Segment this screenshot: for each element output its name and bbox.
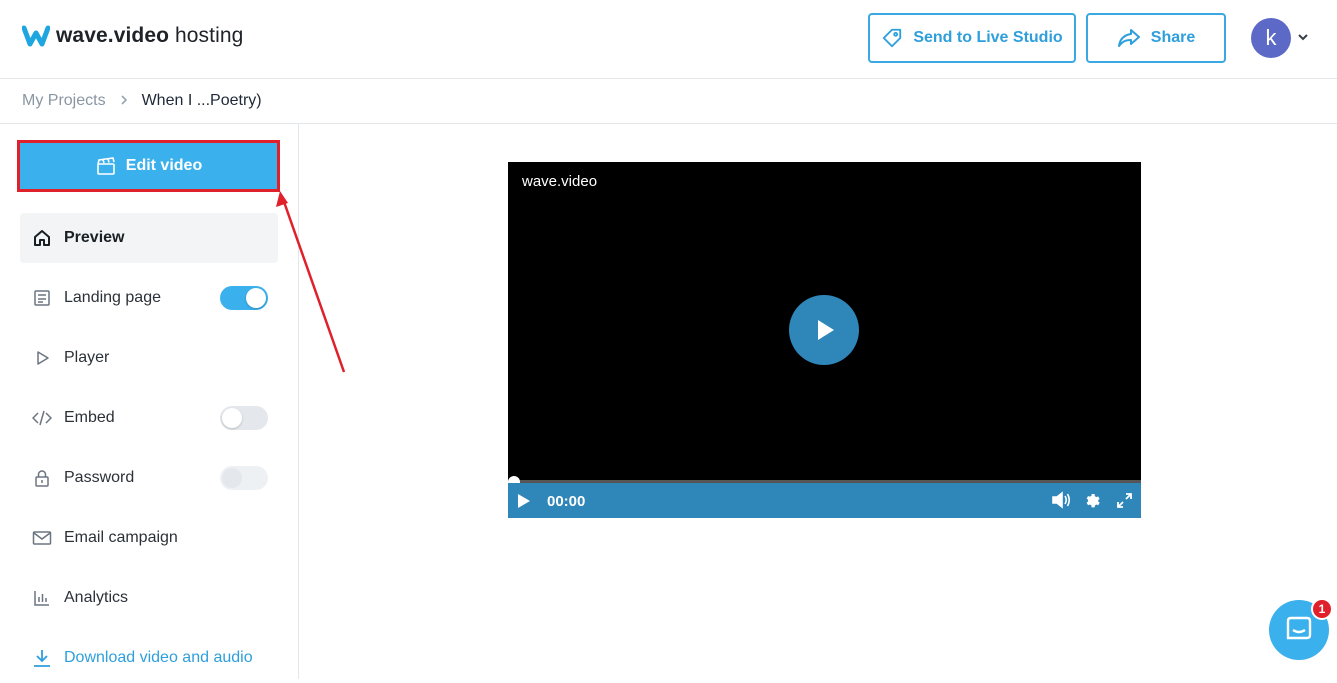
chevron-down-icon[interactable] xyxy=(1297,31,1309,43)
download-icon xyxy=(32,648,52,668)
sidebar-item-landing-page[interactable]: Landing page xyxy=(20,273,278,323)
sidebar-item-label: Player xyxy=(64,349,110,366)
sidebar-item-label: Password xyxy=(64,469,135,486)
fullscreen-icon[interactable] xyxy=(1117,493,1132,508)
video-player[interactable]: wave.video 00:00 xyxy=(508,162,1141,518)
lock-icon xyxy=(32,468,52,488)
bar-chart-icon xyxy=(32,588,52,608)
send-to-live-studio-label: Send to Live Studio xyxy=(913,29,1063,46)
sidebar-item-label: Analytics xyxy=(64,589,129,606)
sidebar-item-label: Download video and audio xyxy=(64,649,253,666)
player-watermark: wave.video xyxy=(522,173,598,190)
mail-icon xyxy=(32,528,52,548)
wave-logo-icon xyxy=(22,25,50,47)
sidebar-item-label: Email campaign xyxy=(64,529,178,546)
breadcrumb: My Projects When I ...Poetry) xyxy=(0,79,1337,124)
share-label: Share xyxy=(1150,29,1196,46)
logo[interactable]: wave.video hosting xyxy=(22,24,243,48)
sidebar-item-download[interactable]: Download video and audio xyxy=(20,633,278,683)
code-icon xyxy=(32,408,52,428)
sidebar: Edit video Preview Landing page Player E… xyxy=(0,124,299,679)
play-icon xyxy=(818,320,834,340)
landing-page-toggle[interactable] xyxy=(220,286,268,310)
sidebar-item-email-campaign[interactable]: Email campaign xyxy=(20,513,278,563)
toggle-knob xyxy=(222,468,242,488)
player-controls: 00:00 xyxy=(508,483,1141,518)
top-bar: wave.video hosting Send to Live Studio S… xyxy=(0,0,1337,79)
sidebar-item-analytics[interactable]: Analytics xyxy=(20,573,278,623)
edit-video-button[interactable]: Edit video xyxy=(20,142,278,190)
volume-icon[interactable] xyxy=(1051,491,1071,509)
toggle-knob xyxy=(222,408,242,428)
breadcrumb-separator-icon xyxy=(120,93,128,109)
home-icon xyxy=(32,228,52,248)
play-icon[interactable] xyxy=(517,493,531,509)
avatar[interactable]: k xyxy=(1251,18,1291,58)
password-toggle xyxy=(220,466,268,490)
sidebar-item-password[interactable]: Password xyxy=(20,453,278,503)
tag-icon xyxy=(883,28,902,48)
clapperboard-icon xyxy=(96,157,115,175)
breadcrumb-my-projects[interactable]: My Projects xyxy=(22,92,106,110)
chat-unread-badge: 1 xyxy=(1311,598,1333,620)
settings-gear-icon[interactable] xyxy=(1084,492,1101,509)
logo-brand: wave.video xyxy=(56,24,170,47)
sidebar-item-label: Embed xyxy=(64,409,115,426)
edit-video-label: Edit video xyxy=(125,157,203,174)
embed-toggle[interactable] xyxy=(220,406,268,430)
logo-suffix: hosting xyxy=(169,24,244,47)
page-icon xyxy=(32,288,52,308)
avatar-initial: k xyxy=(1265,25,1277,50)
time-readout: 00:00 xyxy=(547,493,586,510)
sidebar-item-label: Landing page xyxy=(64,289,161,306)
sidebar-item-preview[interactable]: Preview xyxy=(20,213,278,263)
toggle-knob xyxy=(246,288,266,308)
chat-icon xyxy=(1286,616,1312,640)
send-to-live-studio-button[interactable]: Send to Live Studio xyxy=(868,13,1076,63)
sidebar-item-label: Preview xyxy=(64,229,125,246)
share-button[interactable]: Share xyxy=(1086,13,1226,63)
share-arrow-icon xyxy=(1117,29,1140,47)
big-play-button[interactable] xyxy=(789,295,859,365)
play-outline-icon xyxy=(32,348,52,368)
breadcrumb-current-project: When I ...Poetry) xyxy=(141,92,262,109)
sidebar-item-embed[interactable]: Embed xyxy=(20,393,278,443)
sidebar-item-player[interactable]: Player xyxy=(20,333,278,383)
